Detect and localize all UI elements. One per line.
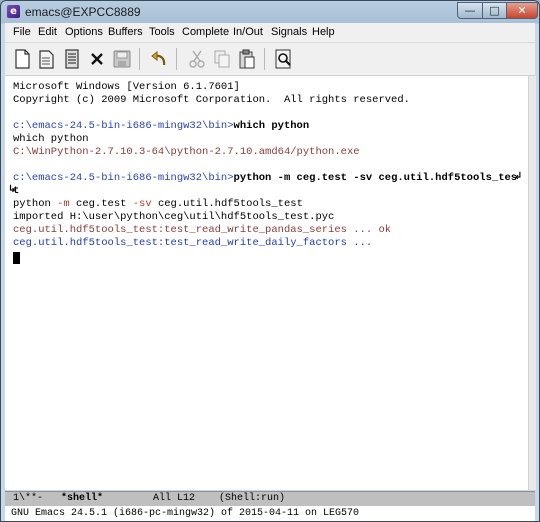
shell-command: python -m ceg.test -sv ceg.util.hdf5tool… <box>233 172 518 184</box>
output-flag: -sv <box>132 198 152 210</box>
emacs-window: e emacs@EXPCC8889 — □ ✕ File Edit Option… <box>0 0 540 522</box>
menu-in-out[interactable]: In/Out <box>233 26 263 38</box>
output-flag: -m <box>57 198 70 210</box>
emacs-app-icon: e <box>7 5 20 18</box>
buffer-line: Microsoft Windows [Version 6.1.7601] <box>13 81 240 93</box>
modeline-status: 1\**- <box>13 493 44 504</box>
minimize-button[interactable]: — <box>457 2 483 19</box>
mode-line: 1\**- *shell* All L12 (Shell:run) <box>5 491 535 506</box>
close-window-button[interactable]: ✕ <box>506 2 538 19</box>
text-cursor <box>13 252 20 264</box>
buffer-line: python -m ceg.test -sv ceg.util.hdf5tool… <box>13 198 303 210</box>
toolbar <box>5 43 535 76</box>
new-file-icon[interactable] <box>11 48 33 70</box>
shell-command: which python <box>233 120 310 132</box>
dired-icon[interactable] <box>61 48 83 70</box>
shell-prompt: c:\emacs-24.5-bin-i686-mingw32\bin> <box>13 172 234 184</box>
toolbar-separator <box>264 48 265 70</box>
buffer-line: t <box>13 185 20 197</box>
echo-message: GNU Emacs 24.5.1 (i686-pc-mingw32) of 20… <box>11 508 360 519</box>
menu-signals[interactable]: Signals <box>271 26 307 38</box>
buffer-line: imported H:\user\python\ceg\util\hdf5too… <box>13 211 335 223</box>
buffer-line: which python <box>13 133 89 145</box>
search-icon[interactable] <box>273 48 295 70</box>
modeline-buffer-name[interactable]: *shell* <box>61 492 103 506</box>
menu-options[interactable]: Options <box>65 26 103 38</box>
menu-complete[interactable]: Complete <box>182 26 229 38</box>
title-bar[interactable]: e emacs@EXPCC8889 — □ ✕ <box>1 1 539 23</box>
line-wrap-right-icon: ↲ <box>514 171 523 182</box>
buffer-line: ceg.util.hdf5tools_test:test_read_write_… <box>13 224 392 236</box>
buffer-line: c:\emacs-24.5-bin-i686-mingw32\bin>pytho… <box>13 172 517 184</box>
output-text: ceg.util.hdf5tools_test <box>151 198 303 210</box>
maximize-button[interactable]: □ <box>482 2 507 19</box>
undo-icon[interactable] <box>148 48 170 70</box>
close-buffer-icon[interactable] <box>86 48 108 70</box>
cut-icon[interactable] <box>186 48 208 70</box>
menu-buffers[interactable]: Buffers <box>108 26 143 38</box>
toolbar-separator <box>176 48 177 70</box>
copy-icon[interactable] <box>211 48 233 70</box>
paste-icon[interactable] <box>236 48 258 70</box>
buffer-line: Copyright (c) 2009 Microsoft Corporation… <box>13 94 410 106</box>
buffer-line: c:\emacs-24.5-bin-i686-mingw32\bin>which… <box>13 120 309 132</box>
shell-prompt: c:\emacs-24.5-bin-i686-mingw32\bin> <box>13 120 234 132</box>
modeline-position: All L12 <box>153 493 196 504</box>
buffer-line: ceg.util.hdf5tools_test:test_read_write_… <box>13 237 373 249</box>
output-text: python <box>13 198 58 210</box>
echo-area: GNU Emacs 24.5.1 (i686-pc-mingw32) of 20… <box>5 506 535 521</box>
menu-edit[interactable]: Edit <box>38 26 57 38</box>
shell-buffer[interactable]: Microsoft Windows [Version 6.1.7601] Cop… <box>5 76 528 490</box>
menu-tools[interactable]: Tools <box>149 26 175 38</box>
toolbar-separator <box>139 48 140 70</box>
menu-file[interactable]: File <box>13 26 31 38</box>
modeline-mode[interactable]: (Shell:run) <box>219 492 285 506</box>
open-file-icon[interactable] <box>36 48 58 70</box>
menu-bar: File Edit Options Buffers Tools Complete… <box>5 23 535 43</box>
vertical-scrollbar[interactable] <box>528 76 536 490</box>
menu-help[interactable]: Help <box>312 26 335 38</box>
buffer-line: C:\WinPython-2.7.10.3-64\python-2.7.10.a… <box>13 146 360 158</box>
save-icon[interactable] <box>111 48 133 70</box>
window-title: emacs@EXPCC8889 <box>25 5 141 19</box>
output-text: ceg.test <box>69 198 133 210</box>
